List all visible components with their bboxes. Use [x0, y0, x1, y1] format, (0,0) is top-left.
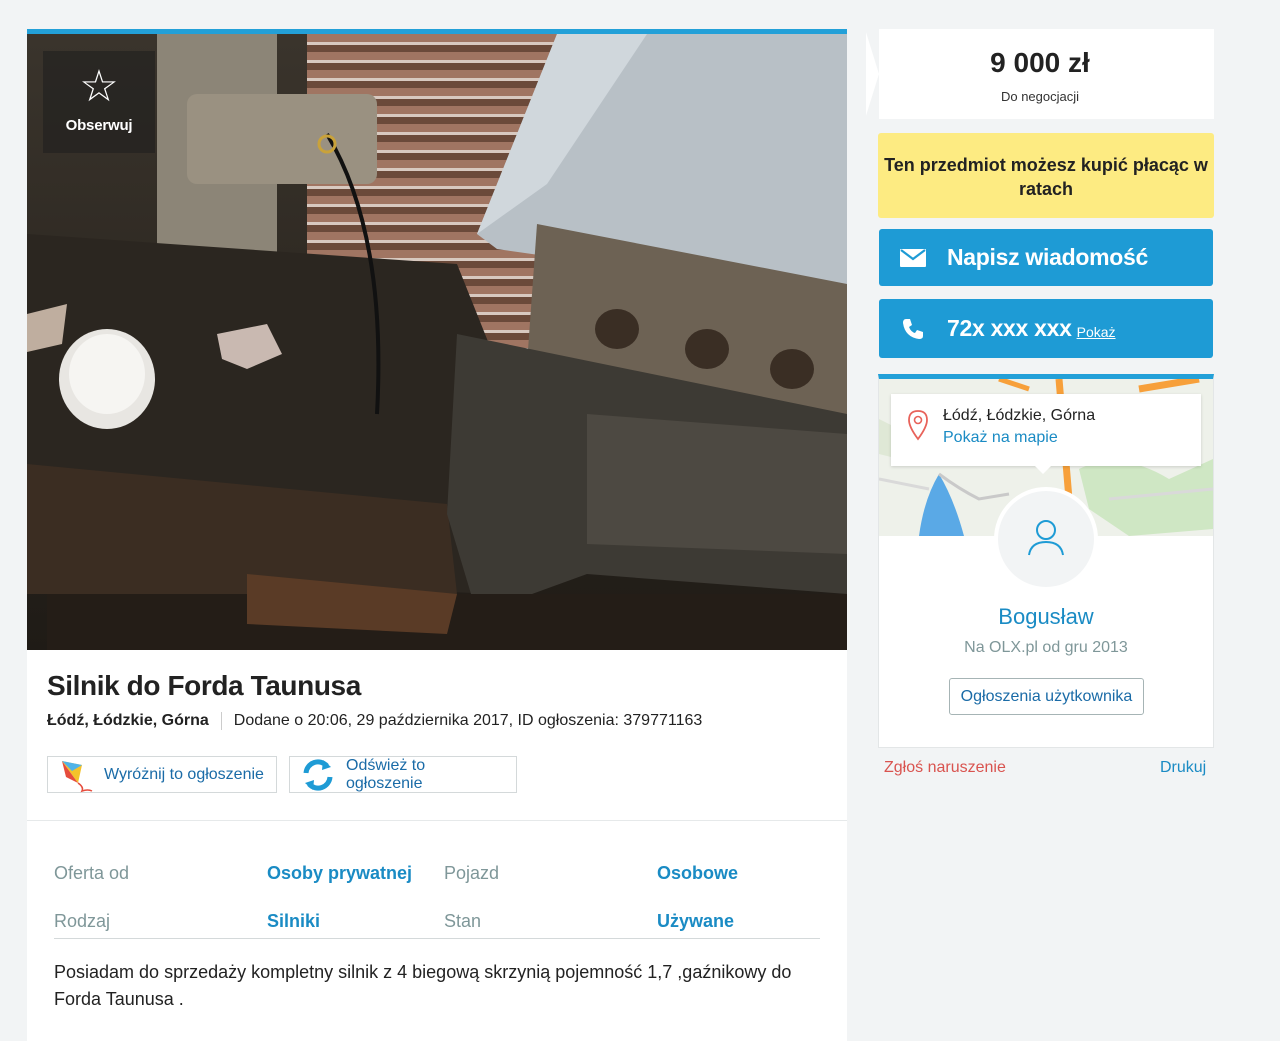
show-phone-button[interactable]: 72x xxx xxx Pokaż: [879, 299, 1213, 358]
envelope-icon: [879, 248, 947, 267]
param-value-link[interactable]: Osobowe: [657, 863, 820, 884]
observe-label: Obserwuj: [65, 117, 133, 134]
price: 9 000 zł: [990, 47, 1090, 78]
show-on-map-link[interactable]: Pokaż na mapie: [943, 429, 1058, 447]
installment-banner[interactable]: Ten przedmiot możesz kupić płacąc w rata…: [878, 133, 1214, 218]
param-key: Rodzaj: [54, 910, 111, 931]
report-abuse-link[interactable]: Zgłoś naruszenie: [884, 759, 1006, 777]
observe-button[interactable]: ☆ Obserwuj: [43, 51, 155, 153]
show-phone-link[interactable]: Pokaż: [1077, 324, 1116, 340]
param-value-link[interactable]: Osoby prywatnej: [267, 863, 444, 884]
param-key: Pojazd: [444, 862, 500, 883]
map-location-text: Łódź, Łódzkie, Górna: [943, 407, 1096, 424]
ad-description: Posiadam do sprzedaży kompletny silnik z…: [54, 962, 792, 1009]
price-negotiable: Do negocjacji: [1000, 89, 1080, 104]
meta-divider: [220, 712, 222, 730]
params-divider: [54, 938, 820, 939]
section-divider: [27, 820, 847, 821]
param-key: Stan: [444, 910, 482, 931]
ad-location: Łódź, Łódzkie, Górna: [47, 712, 209, 730]
avatar[interactable]: [994, 487, 1098, 591]
kite-icon: [58, 757, 94, 793]
ad-photo[interactable]: ☆ Obserwuj: [27, 34, 847, 650]
param-value-link[interactable]: Silniki: [267, 911, 444, 932]
param-row: Oferta od Osoby prywatnej Pojazd Osobowe: [54, 849, 820, 897]
seller-name[interactable]: Bogusław: [879, 604, 1213, 630]
ad-card: ☆ Obserwuj Silnik do Forda Taunusa Łódź,…: [27, 29, 847, 1041]
phone-number-masked: 72x xxx xxx: [947, 315, 1072, 341]
send-message-button[interactable]: Napisz wiadomość: [879, 229, 1213, 286]
user-icon: [1026, 517, 1066, 562]
print-link[interactable]: Drukuj: [1160, 759, 1206, 777]
phone-icon: [879, 317, 947, 341]
map-pin-icon: [907, 409, 929, 446]
map-location-popup: Łódź, Łódzkie, Górna Pokaż na mapie: [891, 394, 1201, 474]
highlight-ad-button[interactable]: Wyróżnij to ogłoszenie: [47, 756, 277, 793]
param-key: Oferta od: [54, 862, 130, 883]
refresh-ad-button[interactable]: Odśwież to ogłoszenie: [289, 756, 517, 793]
refresh-icon: [300, 757, 336, 793]
ad-meta: Łódź, Łódzkie, Górna Dodane o 20:06, 29 p…: [47, 712, 702, 730]
user-ads-button[interactable]: Ogłoszenia użytkownika: [949, 678, 1144, 715]
ad-params-table: Oferta od Osoby prywatnej Pojazd Osobowe…: [54, 849, 820, 945]
refresh-ad-label: Odśwież to ogłoszenie: [346, 756, 426, 792]
highlight-ad-label: Wyróżnij to ogłoszenie: [104, 765, 264, 783]
send-message-label: Napisz wiadomość: [947, 244, 1148, 270]
ad-title: Silnik do Forda Taunusa: [47, 670, 361, 701]
param-value-link[interactable]: Używane: [657, 911, 820, 932]
user-card: Łódź, Łódzkie, Górna Pokaż na mapie Bogu…: [878, 374, 1214, 748]
seller-since: Na OLX.pl od gru 2013: [964, 639, 1128, 656]
star-icon: ☆: [79, 61, 119, 112]
price-box: 9 000 zł Do negocjacji: [865, 29, 1214, 119]
ad-added-info: Dodane o 20:06, 29 października 2017, ID…: [233, 712, 703, 730]
